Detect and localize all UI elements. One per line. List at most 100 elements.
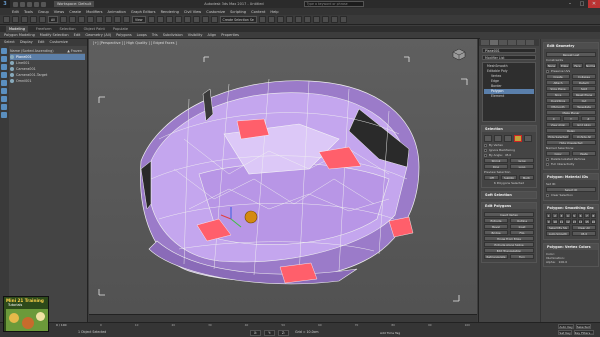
scene-tree-row[interactable]: Omni001 bbox=[10, 78, 85, 84]
outline-button[interactable]: Outline bbox=[510, 218, 534, 223]
spacewarps-filter-icon[interactable] bbox=[1, 88, 7, 94]
ribbon-item-subdivision[interactable]: Subdivision bbox=[163, 32, 183, 38]
app-logo-icon[interactable]: 3 bbox=[0, 0, 10, 8]
graphite-toolbar-icon[interactable] bbox=[285, 16, 293, 23]
rendered-frame-window-icon[interactable] bbox=[330, 16, 338, 23]
menu-item-animation[interactable]: Animation bbox=[108, 10, 126, 14]
cameras-filter-icon[interactable] bbox=[1, 72, 7, 78]
xrefs-filter-icon[interactable] bbox=[1, 104, 7, 110]
smoothing-group-button[interactable]: 15 bbox=[584, 219, 590, 224]
preview-option-subobj[interactable]: SubObj bbox=[501, 175, 517, 180]
key-filters-button[interactable]: Key Filters... bbox=[573, 330, 594, 335]
select-id-button[interactable]: Select ID bbox=[546, 187, 596, 192]
grid-align-button[interactable]: Grid Align bbox=[572, 122, 596, 127]
smoothing-group-button[interactable]: 10 bbox=[552, 219, 558, 224]
menu-item-views[interactable]: Views bbox=[54, 10, 64, 14]
soft-selection-rollout-header[interactable]: Soft Selection bbox=[482, 192, 536, 198]
viewcube-icon[interactable] bbox=[451, 47, 467, 61]
minimize-button[interactable]: – bbox=[564, 0, 576, 8]
slice-plane-button[interactable]: Slice Plane bbox=[546, 86, 570, 91]
smoothing-group-button[interactable]: 12 bbox=[565, 219, 571, 224]
flip-button[interactable]: Flip bbox=[510, 230, 534, 235]
smoothing-group-button[interactable]: 13 bbox=[571, 219, 577, 224]
bevel-button[interactable]: Bevel bbox=[484, 224, 508, 229]
geometry-filter-icon[interactable] bbox=[1, 48, 7, 54]
select-object-icon[interactable] bbox=[59, 16, 67, 23]
paste-button[interactable]: Paste bbox=[572, 151, 596, 156]
menu-item-tools[interactable]: Tools bbox=[24, 10, 33, 14]
ribbon-item-tris[interactable]: Tris bbox=[152, 32, 158, 38]
by-vertex-checkbox[interactable]: By Vertex bbox=[484, 143, 534, 147]
curve-editor-icon[interactable] bbox=[294, 16, 302, 23]
vertex-colors-rollout-header[interactable]: Polygon: Vertex Colors bbox=[544, 244, 598, 250]
loop-button[interactable]: Loop bbox=[510, 164, 534, 169]
shapes-filter-icon[interactable] bbox=[1, 56, 7, 62]
render-production-icon[interactable] bbox=[339, 16, 347, 23]
timeline-ticks[interactable]: 0 10 20 30 40 50 60 70 80 90 100 bbox=[100, 323, 470, 329]
gizmo-center-icon[interactable] bbox=[244, 210, 258, 224]
ribbon-item-visibility[interactable]: Visibility bbox=[188, 32, 203, 38]
smoothing-groups-rollout-header[interactable]: Polygon: Smoothing Gro bbox=[544, 205, 598, 211]
menu-item-create[interactable]: Create bbox=[69, 10, 81, 14]
ribbon-item-geometry-all[interactable]: Geometry (All) bbox=[85, 32, 111, 38]
placement-icon[interactable] bbox=[122, 16, 130, 23]
helpers-filter-icon[interactable] bbox=[1, 80, 7, 86]
name-column-header[interactable]: Name (Sorted Ascending) bbox=[10, 48, 54, 53]
detach-button[interactable]: Detach bbox=[572, 80, 596, 85]
menu-item-group[interactable]: Group bbox=[38, 10, 49, 14]
smoothing-group-button[interactable]: 5 bbox=[571, 213, 577, 218]
frozen-column-header[interactable]: ▲ Frozen bbox=[67, 48, 82, 53]
cut-button[interactable]: Cut bbox=[572, 98, 596, 103]
constraint-none[interactable]: None bbox=[546, 63, 557, 68]
make-planar-button[interactable]: Make Planar bbox=[546, 110, 596, 115]
insert-vertex-button[interactable]: Insert Vertex bbox=[484, 212, 534, 217]
groups-filter-icon[interactable] bbox=[1, 96, 7, 102]
smoothing-group-button[interactable]: 4 bbox=[565, 213, 571, 218]
percent-snap-icon[interactable] bbox=[192, 16, 200, 23]
collapse-button[interactable]: Collapse bbox=[572, 74, 596, 79]
edit-named-selection-icon[interactable] bbox=[210, 16, 218, 23]
visibility-icon[interactable] bbox=[10, 67, 14, 71]
explorer-menu-edit[interactable]: Edit bbox=[38, 39, 45, 46]
smoothing-group-button[interactable]: 1 bbox=[546, 213, 552, 218]
lights-filter-icon[interactable] bbox=[1, 64, 7, 70]
search-input[interactable]: Type a keyword or phrase bbox=[303, 1, 364, 7]
constraint-edge[interactable]: Edge bbox=[559, 63, 570, 68]
select-by-name-icon[interactable] bbox=[68, 16, 76, 23]
select-by-sg-button[interactable]: Select By SG bbox=[546, 225, 570, 230]
pivot-center-icon[interactable] bbox=[147, 16, 155, 23]
menu-item-edit[interactable]: Edit bbox=[12, 10, 19, 14]
render-setup-icon[interactable] bbox=[321, 16, 329, 23]
x-coordinate-field[interactable]: X: bbox=[250, 330, 262, 336]
smoothing-group-button[interactable]: 11 bbox=[558, 219, 565, 224]
set-key-button[interactable]: Set Key bbox=[558, 330, 572, 335]
menu-item-scripting[interactable]: Scripting bbox=[230, 10, 246, 14]
menu-item-civil-view[interactable]: Civil View bbox=[184, 10, 201, 14]
edge-mode-icon[interactable] bbox=[494, 135, 502, 142]
save-file-icon[interactable] bbox=[27, 1, 32, 7]
extrude-along-spline-button[interactable]: Extrude Along Spline bbox=[484, 242, 534, 247]
scale-icon[interactable] bbox=[113, 16, 121, 23]
slice-button[interactable]: Slice bbox=[546, 92, 570, 97]
hierarchy-tab-icon[interactable] bbox=[499, 40, 507, 45]
reset-plane-button[interactable]: Reset Plane bbox=[572, 92, 596, 97]
bones-filter-icon[interactable] bbox=[1, 112, 7, 118]
align-icon[interactable] bbox=[267, 16, 275, 23]
selection-filter-dropdown[interactable]: All bbox=[48, 16, 58, 23]
named-selection-dropdown[interactable]: Create Selection Se bbox=[219, 16, 257, 23]
smoothing-group-button[interactable]: 8 bbox=[590, 213, 596, 218]
angle-spinner[interactable]: 45.0 bbox=[505, 153, 511, 157]
hide-selected-button[interactable]: Hide Selected bbox=[546, 134, 570, 139]
menu-item-graph-editors[interactable]: Graph Editors bbox=[131, 10, 156, 14]
modifier-stack-item-element[interactable]: Element bbox=[484, 94, 534, 99]
msmooth-button[interactable]: MSmooth bbox=[546, 104, 570, 109]
visibility-icon[interactable] bbox=[10, 79, 14, 83]
smoothing-group-button[interactable]: 16 bbox=[590, 219, 596, 224]
viewport-scene[interactable] bbox=[89, 39, 477, 314]
relax-button[interactable]: Relax bbox=[546, 128, 596, 133]
modifier-list-dropdown[interactable]: Modifier List bbox=[482, 55, 536, 60]
view-align-button[interactable]: View Align bbox=[546, 122, 570, 127]
link-icon[interactable] bbox=[21, 16, 28, 23]
spinner-snap-icon[interactable] bbox=[201, 16, 209, 23]
ignore-backfacing-checkbox[interactable]: Ignore Backfacing bbox=[484, 148, 534, 152]
